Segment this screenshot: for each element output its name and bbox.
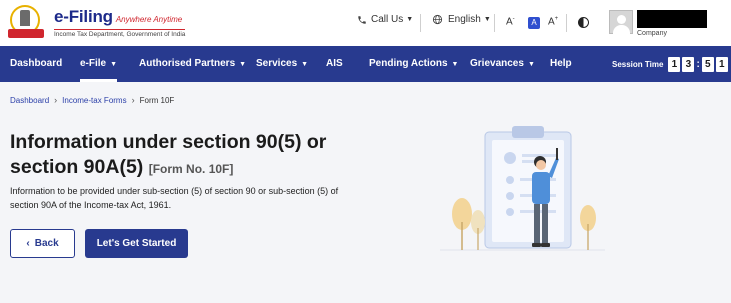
- divider: [420, 14, 421, 32]
- chevron-down-icon: ▼: [301, 61, 309, 68]
- breadcrumb: Dashboard › Income-tax Forms › Form 10F: [10, 95, 174, 105]
- chevron-down-icon: ▼: [527, 61, 535, 68]
- nav-help[interactable]: Help: [550, 46, 572, 82]
- brand-subtitle: Income Tax Department, Government of Ind…: [54, 28, 186, 38]
- session-label: Session Time: [612, 60, 664, 69]
- chevron-down-icon: ▼: [451, 61, 459, 68]
- page-title: Information under section 90(5) or secti…: [10, 131, 327, 178]
- chevron-down-icon: ▼: [483, 16, 491, 23]
- language-label: English: [448, 14, 481, 25]
- session-digit: 5: [701, 57, 714, 72]
- call-us-button[interactable]: Call Us ▼: [357, 14, 413, 25]
- nav-authorised-partners[interactable]: Authorised Partners ▼: [139, 46, 246, 82]
- chevron-right-icon: ›: [54, 95, 58, 105]
- efiling-logo[interactable]: e-Filing Anywhere Anytime Income Tax Depa…: [6, 5, 186, 41]
- divider: [494, 14, 495, 32]
- chevron-left-icon: ‹: [26, 238, 30, 249]
- nav-dashboard[interactable]: Dashboard: [10, 46, 62, 82]
- font-decrease-button[interactable]: A-: [506, 16, 515, 27]
- breadcrumb-dashboard[interactable]: Dashboard: [10, 96, 49, 105]
- call-us-label: Call Us: [371, 14, 404, 25]
- font-normal-button[interactable]: A: [528, 17, 540, 29]
- chevron-down-icon: ▼: [406, 16, 414, 23]
- brand-tagline: Anywhere Anytime: [115, 14, 183, 24]
- phone-icon: [358, 15, 366, 24]
- main-nav: Dashboard e-File ▼ Authorised Partners ▼ S…: [0, 46, 731, 82]
- user-name-redacted[interactable]: [637, 10, 707, 28]
- breadcrumb-current: Form 10F: [139, 95, 175, 105]
- contrast-icon[interactable]: [578, 17, 589, 28]
- form-number: [Form No. 10F]: [148, 162, 234, 176]
- globe-icon: [432, 14, 443, 25]
- page-description: Information to be provided under sub-sec…: [10, 186, 339, 210]
- nav-efile[interactable]: e-File ▼: [80, 46, 118, 82]
- national-emblem-icon: [6, 5, 46, 41]
- breadcrumb-income-tax-forms[interactable]: Income-tax Forms: [62, 96, 126, 105]
- chevron-right-icon: ›: [131, 95, 135, 105]
- session-digit: 1: [715, 57, 728, 72]
- user-subtitle: Company: [637, 30, 667, 37]
- chevron-down-icon: ▼: [239, 61, 247, 68]
- session-timer: Session Time 1 3 : 5 1: [612, 57, 728, 72]
- session-digit: 1: [668, 57, 681, 72]
- nav-services[interactable]: Services ▼: [256, 46, 308, 82]
- divider: [566, 14, 567, 32]
- form-clipboard-illustration: [440, 126, 605, 251]
- nav-pending-actions[interactable]: Pending Actions ▼: [369, 46, 458, 82]
- language-selector[interactable]: English ▼: [432, 14, 491, 25]
- get-started-button[interactable]: Let's Get Started: [85, 229, 188, 258]
- nav-ais[interactable]: AIS: [326, 46, 343, 82]
- chevron-down-icon: ▼: [110, 61, 118, 68]
- brand-name: e-Filing: [54, 6, 113, 26]
- nav-grievances[interactable]: Grievances ▼: [470, 46, 535, 82]
- user-avatar-icon[interactable]: [609, 10, 633, 34]
- back-button[interactable]: ‹ Back: [10, 229, 75, 258]
- top-header: e-Filing Anywhere Anytime Income Tax Depa…: [0, 0, 731, 46]
- session-digit: 3: [682, 57, 695, 72]
- font-increase-button[interactable]: A+: [548, 16, 558, 27]
